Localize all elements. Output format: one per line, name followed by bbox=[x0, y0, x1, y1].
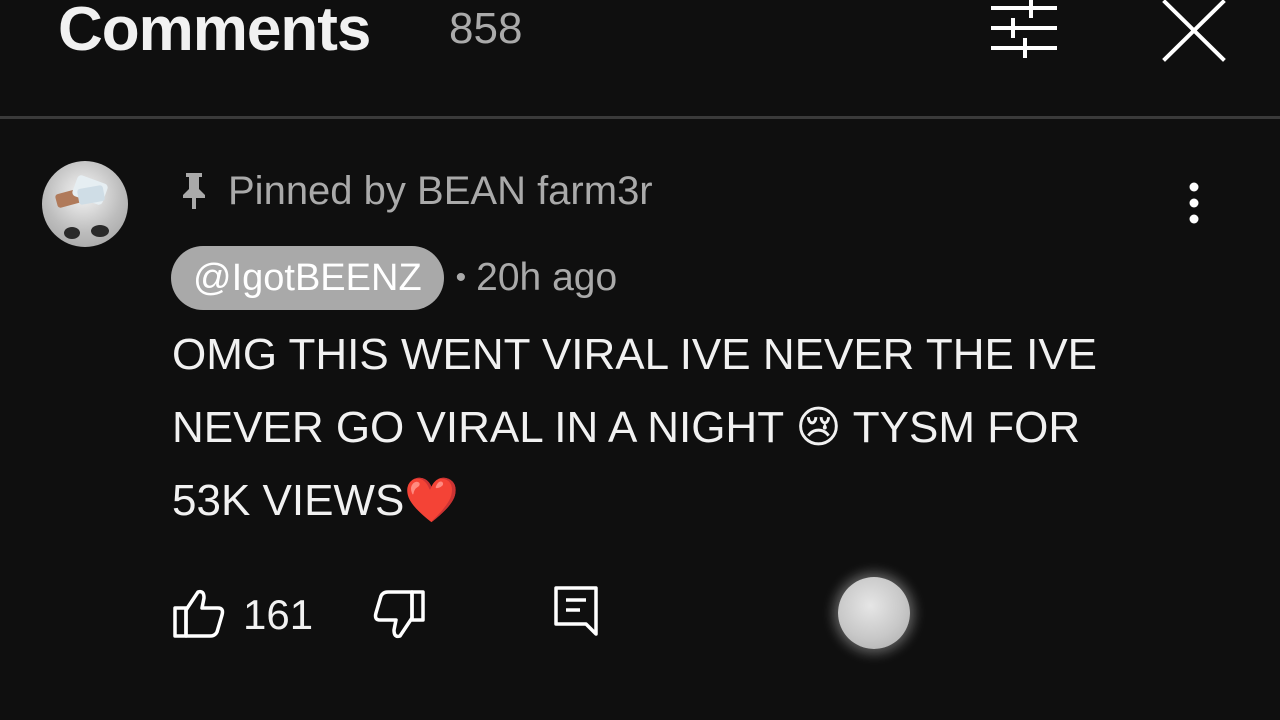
filter-sliders-icon bbox=[991, 0, 1057, 58]
more-vertical-icon bbox=[1189, 182, 1199, 224]
avatar-image bbox=[55, 175, 109, 239]
comments-title: Comments bbox=[58, 0, 371, 64]
like-count: 161 bbox=[243, 591, 314, 638]
reply-comment-icon bbox=[554, 586, 598, 636]
comments-header: Comments 858 bbox=[0, 0, 1280, 119]
comment-timestamp[interactable]: 20h ago bbox=[476, 256, 617, 300]
comments-count: 858 bbox=[449, 4, 523, 53]
dislike-button[interactable] bbox=[370, 586, 426, 642]
pinned-label: Pinned by BEAN farm3r bbox=[228, 168, 653, 213]
comment-meta: @IgotBEENZ • 20h ago bbox=[171, 246, 617, 310]
thumbs-up-icon bbox=[173, 589, 225, 638]
pin-icon bbox=[183, 173, 205, 209]
reply-button[interactable] bbox=[552, 584, 602, 640]
thumbs-down-icon bbox=[373, 590, 425, 639]
more-options-button[interactable] bbox=[1176, 180, 1212, 230]
like-button[interactable] bbox=[172, 586, 228, 642]
avatar[interactable] bbox=[42, 161, 128, 247]
comment-body: OMG THIS WENT VIRAL IVE NEVER THE IVE NE… bbox=[172, 330, 1098, 525]
author-chip[interactable]: @IgotBEENZ bbox=[171, 246, 444, 310]
touch-indicator bbox=[838, 577, 910, 649]
filter-button[interactable] bbox=[985, 0, 1063, 62]
meta-separator: • bbox=[455, 261, 467, 294]
close-icon bbox=[1162, 0, 1226, 62]
close-button[interactable] bbox=[1160, 0, 1228, 62]
pinned-row: Pinned by BEAN farm3r bbox=[178, 166, 653, 216]
